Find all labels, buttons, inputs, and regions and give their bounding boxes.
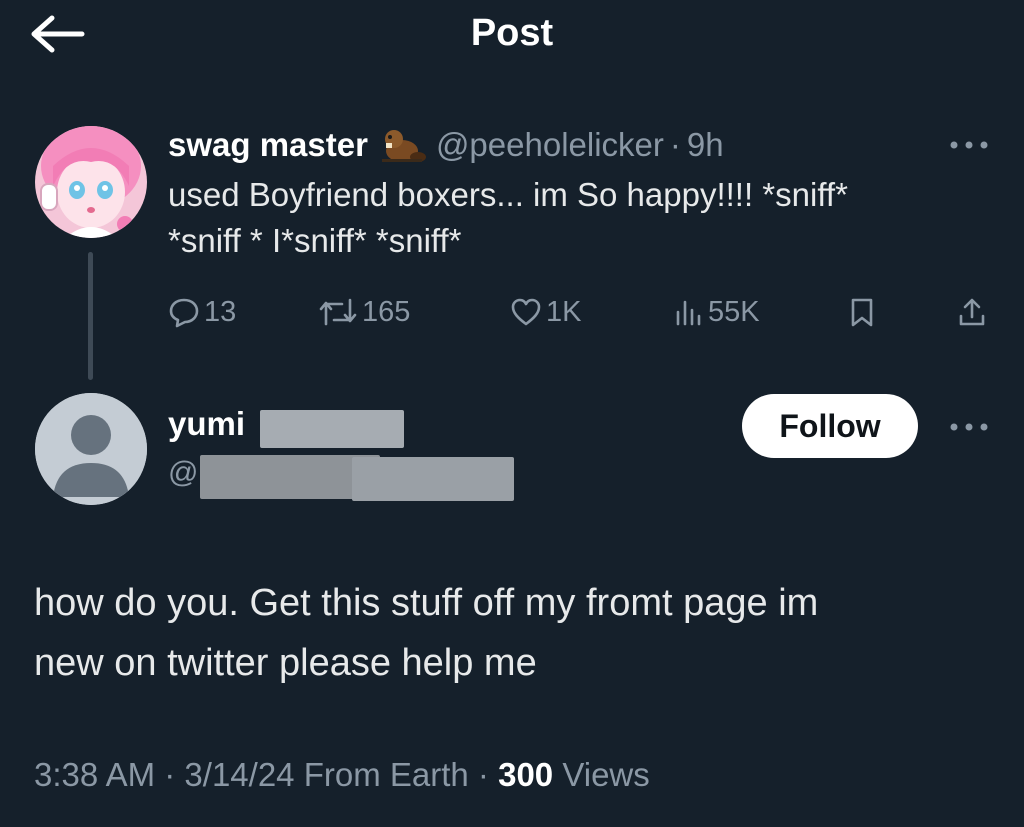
post-author-row: swag master @peeholelicker · 9h [168,122,724,168]
follow-button[interactable]: Follow [742,394,918,458]
repost-icon [318,296,358,328]
heart-icon [510,296,542,328]
post-source: From Earth [303,756,469,793]
views-button[interactable]: 55K [672,290,760,334]
bookmark-button[interactable] [846,290,882,334]
views-total: 300 [498,756,554,793]
default-avatar[interactable] [35,393,147,505]
avatar[interactable] [35,126,147,238]
thread-line [88,252,93,380]
redaction-box [352,457,514,501]
author-handle[interactable]: @peeholelicker [436,126,664,164]
beaver-emoji-icon [378,125,426,165]
views-count: 55K [708,295,760,328]
reply-handle[interactable]: @ [168,456,198,490]
separator-dot: · [669,126,681,163]
separator-dot: · [477,756,489,793]
post-text: used Boyfriend boxers... im So happy!!!!… [168,172,998,264]
bookmark-icon [846,296,878,328]
redaction-box [260,410,404,448]
page-title: Post [470,12,554,54]
post-date[interactable]: 3/14/24 [184,756,294,793]
repost-button[interactable]: 165 [318,290,410,334]
like-button[interactable]: 1K [510,290,581,334]
reply-display-name[interactable]: yumi [168,405,245,443]
post-text-line: *sniff * I*sniff* *sniff* [168,222,462,259]
reply-button[interactable]: 13 [168,290,236,334]
views-label: Views [562,756,650,793]
share-upload-icon [956,296,988,328]
author-display-name[interactable]: swag master [168,126,368,164]
reply-bubble-icon [168,296,200,328]
post-timestamp[interactable]: 3:38 AM [34,756,155,793]
more-horizontal-icon[interactable] [946,412,992,442]
reply-count: 13 [204,295,237,328]
reply-text: how do you. Get this stuff off my fromt … [34,573,994,693]
post-time[interactable]: 9h [687,126,724,164]
repost-count: 165 [362,295,411,328]
analytics-bars-icon [672,296,704,328]
reply-text-line: how do you. Get this stuff off my fromt … [34,582,819,624]
post-text-line: used Boyfriend boxers... im So happy!!!!… [168,176,848,213]
separator-dot: · [164,756,176,793]
share-button[interactable] [956,290,992,334]
like-count: 1K [546,295,582,328]
post-metadata: 3:38 AM · 3/14/24 From Earth · 300 Views [34,756,650,794]
reply-text-line: new on twitter please help me [34,642,537,684]
more-horizontal-icon[interactable] [946,130,992,160]
